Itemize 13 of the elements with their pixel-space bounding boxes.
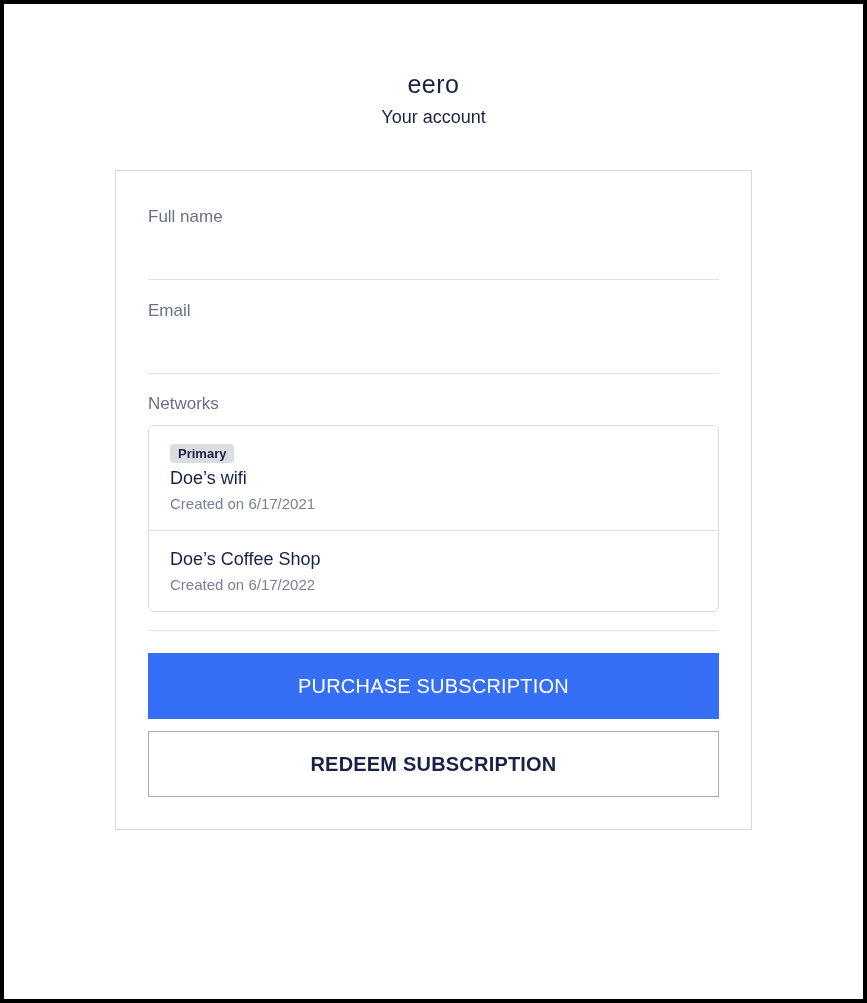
redeem-button[interactable]: REDEEM SUBSCRIPTION [148, 731, 719, 797]
primary-badge: Primary [170, 444, 235, 463]
network-name: Doe’s Coffee Shop [170, 548, 322, 571]
field-label: Email [148, 300, 192, 322]
network-name: Doe’s wifi [170, 467, 248, 490]
purchase-button[interactable]: PURCHASE SUBSCRIPTION [148, 653, 719, 719]
eero-logo: eero [407, 70, 460, 98]
section-label: Networks [148, 393, 220, 415]
page-title: Your account [381, 107, 486, 127]
created-date: Created on 6/17/2021 [170, 494, 317, 514]
field-label: Full name [148, 206, 224, 228]
network-item[interactable]: Doe’s Coffee Shop Created on 6/17/2022 [149, 530, 718, 611]
created-date: Created on 6/17/2022 [170, 575, 317, 595]
